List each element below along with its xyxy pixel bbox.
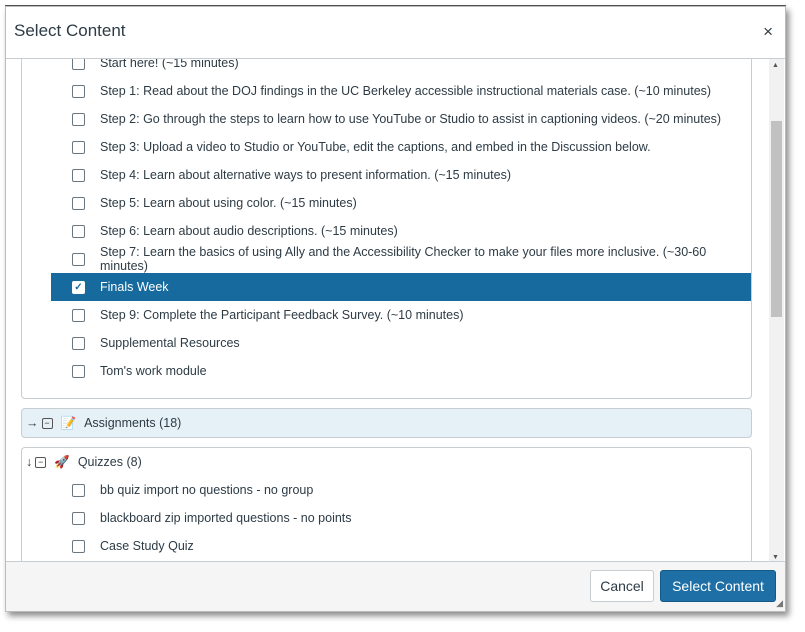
collapse-icon[interactable]: − <box>41 417 53 429</box>
checkbox[interactable] <box>72 224 85 238</box>
cancel-button[interactable]: Cancel <box>590 570 654 602</box>
checkbox[interactable] <box>72 140 85 154</box>
module-item[interactable]: Step 6: Learn about audio descriptions. … <box>22 217 751 245</box>
module-label: Tom's work module <box>100 364 207 378</box>
quiz-label: Case Study Quiz <box>100 539 194 553</box>
module-item[interactable]: Supplemental Resources <box>22 329 751 357</box>
collapse-icon[interactable]: − <box>35 456 47 468</box>
scrollbar[interactable]: ▲ ▼ <box>769 59 784 564</box>
quizzes-label: Quizzes (8) <box>77 455 142 469</box>
modules-section: Start here! (~15 minutes) Step 1: Read ab… <box>21 59 752 399</box>
module-label: Step 2: Go through the steps to learn ho… <box>100 112 722 126</box>
module-item[interactable]: Tom's work module <box>22 357 751 385</box>
module-item[interactable]: Step 3: Upload a video to Studio or YouT… <box>22 133 751 161</box>
arrow-right-icon: → <box>26 416 39 430</box>
quiz-item[interactable]: Case Study Quiz <box>22 532 751 560</box>
module-item[interactable]: Step 5: Learn about using color. (~15 mi… <box>22 189 751 217</box>
resize-grip-icon[interactable]: ◢ <box>776 598 783 609</box>
module-item[interactable]: Step 4: Learn about alternative ways to … <box>22 161 751 189</box>
module-item[interactable]: Step 2: Go through the steps to learn ho… <box>22 105 751 133</box>
quiz-item[interactable]: bb quiz import no questions - no group <box>22 476 751 504</box>
module-item[interactable]: Step 7: Learn the basics of using Ally a… <box>22 245 751 273</box>
select-content-dialog: Select Content × Start here! (~15 minute… <box>5 6 786 612</box>
module-label: Finals Week <box>100 280 169 294</box>
close-icon[interactable]: × <box>763 22 773 42</box>
module-item[interactable]: Step 1: Read about the DOJ findings in t… <box>22 77 751 105</box>
module-item[interactable]: ✓ Finals Week <box>51 273 751 301</box>
module-label: Step 5: Learn about using color. (~15 mi… <box>100 196 357 210</box>
checkbox[interactable] <box>72 511 85 525</box>
checkbox[interactable] <box>72 483 85 497</box>
module-label: Step 6: Learn about audio descriptions. … <box>100 224 398 238</box>
checkbox[interactable] <box>72 84 85 98</box>
dialog-title: Select Content <box>14 21 126 40</box>
quizzes-section: ↓ − 🚀 Quizzes (8) bb quiz import no ques… <box>21 447 752 564</box>
checkbox[interactable] <box>72 539 85 553</box>
scrollbar-thumb[interactable] <box>771 121 782 317</box>
module-item[interactable]: Step 9: Complete the Participant Feedbac… <box>22 301 751 329</box>
module-item[interactable]: Start here! (~15 minutes) <box>22 59 751 77</box>
checkbox[interactable] <box>72 168 85 182</box>
module-label: Step 4: Learn about alternative ways to … <box>100 168 511 182</box>
checkbox[interactable]: ✓ <box>72 280 85 294</box>
quiz-item[interactable]: blackboard zip imported questions - no p… <box>22 504 751 532</box>
assignments-header: → − 📝 Assignments (18) <box>22 409 181 437</box>
content-list: Start here! (~15 minutes) Step 1: Read ab… <box>6 59 785 564</box>
checkbox[interactable] <box>72 336 85 350</box>
module-label: Start here! (~15 minutes) <box>100 59 239 70</box>
module-label: Supplemental Resources <box>100 336 240 350</box>
rocket-icon: 🚀 <box>54 454 70 469</box>
module-label: Step 1: Read about the DOJ findings in t… <box>100 84 712 98</box>
dialog-footer: Cancel Select Content ◢ <box>6 561 785 611</box>
scroll-down-icon[interactable]: ▼ <box>772 554 779 561</box>
checkbox[interactable] <box>72 112 85 126</box>
assignments-section[interactable]: → − 📝 Assignments (18) <box>21 408 752 438</box>
checkbox[interactable] <box>72 364 85 378</box>
quiz-label: blackboard zip imported questions - no p… <box>100 511 352 525</box>
checkbox[interactable] <box>72 196 85 210</box>
module-label: Step 9: Complete the Participant Feedbac… <box>100 308 464 322</box>
assignment-icon: 📝 <box>60 415 77 430</box>
quizzes-header[interactable]: ↓ − 🚀 Quizzes (8) <box>22 448 142 476</box>
module-label: Step 3: Upload a video to Studio or YouT… <box>100 140 651 154</box>
scroll-up-icon[interactable]: ▲ <box>772 62 779 69</box>
select-content-button[interactable]: Select Content <box>660 570 776 602</box>
assignments-label: Assignments (18) <box>84 416 182 430</box>
quiz-label: bb quiz import no questions - no group <box>100 483 314 497</box>
checkbox[interactable] <box>72 252 85 266</box>
checkbox[interactable] <box>72 308 85 322</box>
dialog-header: Select Content × <box>6 7 785 59</box>
module-label: Step 7: Learn the basics of using Ally a… <box>100 245 707 273</box>
arrow-down-icon: ↓ <box>26 455 33 469</box>
checkbox[interactable] <box>72 59 85 70</box>
